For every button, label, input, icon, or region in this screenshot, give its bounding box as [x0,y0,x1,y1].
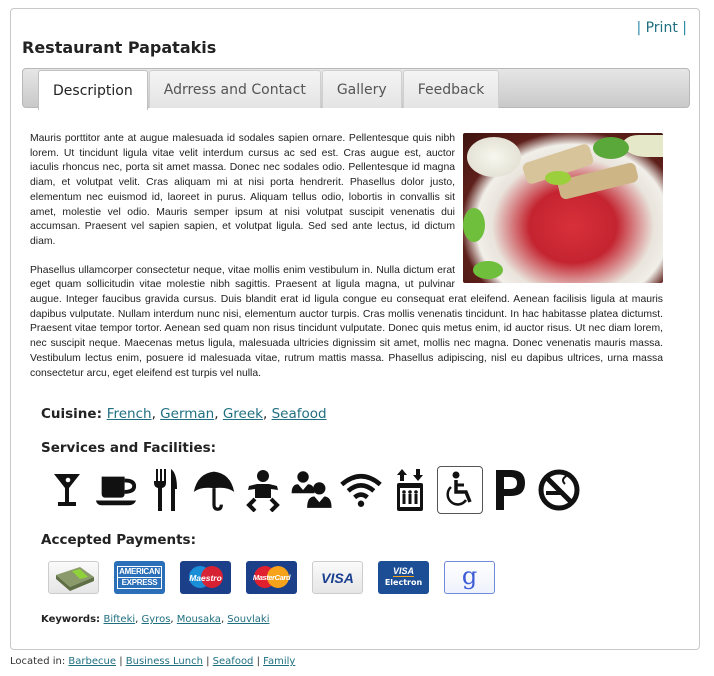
wheelchair-accessible-icon [437,466,483,514]
maestro-text: Maestro [189,572,222,583]
tab-gallery[interactable]: Gallery [321,70,402,108]
keyword-link-bifteki[interactable]: Bifteki [104,614,136,625]
cuisine-row: Cuisine: French, German, Greek, Seafood [41,406,327,422]
page-title: Restaurant Papatakis [22,38,217,57]
mastercard-icon: MasterCard [246,561,297,594]
american-express-icon: AMERICAN EXPRESS [114,561,165,594]
print-links: | Print | [636,20,687,36]
fork-knife-icon [143,466,187,514]
visa-electron-text-line1: VISA [392,566,414,577]
keyword-link-souvlaki[interactable]: Souvlaki [227,614,269,625]
meeting-group-icon [290,466,334,514]
separator: | [682,20,687,36]
maestro-icon: Maestro [180,561,231,594]
visa-text: VISA [321,569,354,586]
visa-icon: VISA [312,561,363,594]
tab-bar: Description Adrress and Contact Gallery … [22,68,690,110]
category-link-seafood[interactable]: Seafood [213,656,254,667]
keywords-row: Keywords: Bifteki, Gyros, Mousaka, Souvl… [41,614,270,625]
visa-electron-icon: VISA Electron [378,561,429,594]
category-link-business-lunch[interactable]: Business Lunch [126,656,203,667]
category-link-family[interactable]: Family [263,656,295,667]
cuisine-label: Cuisine [41,406,97,422]
visa-electron-text-line2: Electron [384,578,423,587]
tab-address-contact[interactable]: Adrress and Contact [148,70,321,108]
cocktail-bar-icon [45,466,89,514]
located-in-row: Located in: Barbecue | Business Lunch | … [10,656,296,667]
payment-methods: AMERICAN EXPRESS Maestro MasterCard VISA… [48,561,510,594]
separator: | [636,20,642,36]
umbrella-icon [192,466,236,514]
parking-icon [488,466,532,514]
cuisine-link-seafood[interactable]: Seafood [272,406,327,422]
wifi-icon [339,466,383,514]
baby-changing-icon [241,466,285,514]
tab-feedback[interactable]: Feedback [402,70,500,108]
cuisine-link-french[interactable]: French [107,406,152,422]
category-link-barbecue[interactable]: Barbecue [68,656,116,667]
restaurant-dish-image [463,133,663,283]
cuisine-link-german[interactable]: German [160,406,214,422]
keywords-label: Keywords [41,614,97,625]
mastercard-text: MasterCard [252,573,291,582]
tab-description[interactable]: Description [38,70,148,110]
amex-text-line2: EXPRESS [117,578,162,589]
payments-heading: Accepted Payments: [41,532,196,548]
keyword-link-gyros[interactable]: Gyros [142,614,171,625]
cash-payment-icon [48,561,99,594]
print-link[interactable]: Print [646,20,678,36]
google-checkout-icon: g [444,561,495,594]
services-heading: Services and Facilities: [41,440,217,456]
keyword-link-mousaka[interactable]: Mousaka [177,614,221,625]
elevator-icon [388,466,432,514]
cuisine-link-greek[interactable]: Greek [223,406,263,422]
located-label: Located in: [10,656,66,667]
no-smoking-icon [537,466,581,514]
services-icons [45,466,586,514]
description-content: Mauris porttitor ante at augue malesuada… [30,132,663,395]
google-text: g [461,561,478,590]
coffee-cup-icon [94,466,138,514]
amex-text-line1: AMERICAN [117,566,162,578]
